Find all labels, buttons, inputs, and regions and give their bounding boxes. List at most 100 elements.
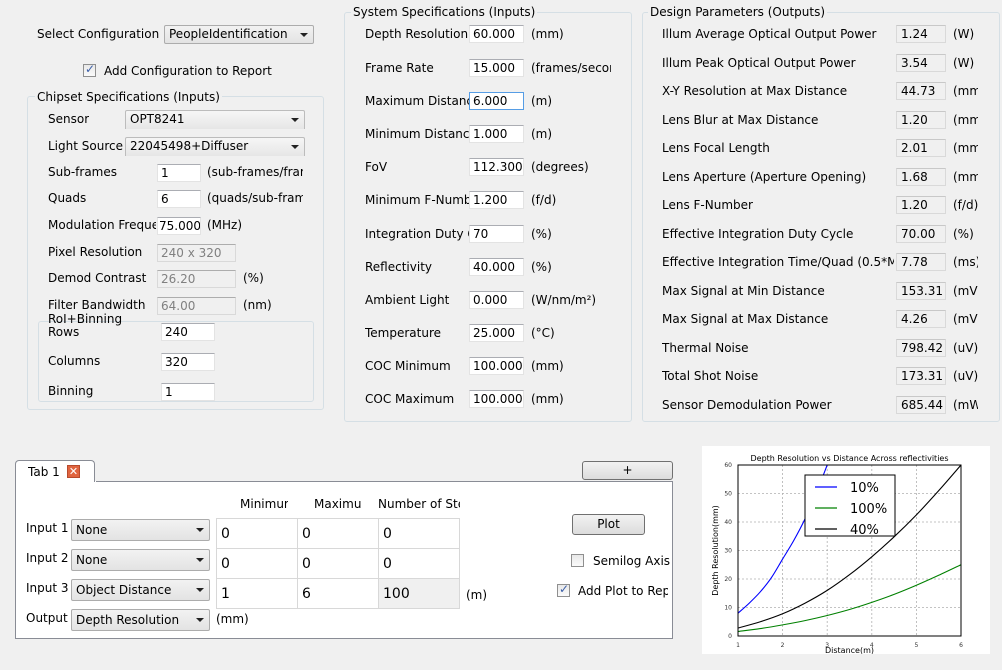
- y-tick-label: 60: [724, 462, 732, 469]
- depth-resolution-input[interactable]: 60.000: [469, 25, 524, 43]
- filter-bandwidth-label: Filter Bandwidth: [48, 298, 146, 312]
- frame-rate-unit: (frames/second): [531, 61, 611, 75]
- frame-rate-label: Frame Rate: [365, 61, 434, 75]
- quads-input[interactable]: 6: [157, 190, 201, 208]
- coc-maximum-input[interactable]: 100.000: [469, 390, 524, 408]
- input-3-dropdown[interactable]: Object Distance: [71, 579, 210, 601]
- input-1-value: None: [76, 523, 108, 537]
- coc-minimum-input[interactable]: 100.000: [469, 357, 524, 375]
- fov-input[interactable]: 112.300: [469, 158, 524, 176]
- input-1-minimum-cell[interactable]: 0: [216, 518, 298, 549]
- design-parameters-title: Design Parameters (Outputs): [648, 5, 828, 19]
- plot-button[interactable]: Plot: [572, 514, 645, 535]
- temperature-input[interactable]: 25.000: [469, 324, 524, 342]
- x-axis-label: Distance(m): [825, 646, 874, 654]
- sensor-dropdown[interactable]: OPT8241: [125, 110, 305, 129]
- temperature-unit: (°C): [531, 326, 555, 340]
- select-configuration-label: Select Configuration: [37, 27, 160, 41]
- add-tab-button[interactable]: +: [582, 461, 673, 480]
- semilog-axis-checkbox[interactable]: [571, 554, 584, 567]
- rows-label: Rows: [48, 325, 80, 339]
- minimum-f-number-input[interactable]: 1.200: [469, 191, 524, 209]
- system-specifications-title: System Specifications (Inputs): [351, 5, 538, 19]
- filter-bandwidth-field: 64.00: [157, 297, 236, 315]
- reflectivity-input[interactable]: 40.000: [469, 258, 524, 276]
- integration-duty-cycle-input[interactable]: 70: [469, 225, 524, 243]
- legend-label: 100%: [850, 502, 887, 517]
- close-tab-icon[interactable]: ✕: [67, 465, 80, 478]
- sub-frames-input[interactable]: 1: [157, 164, 201, 182]
- chipset-specifications-title: Chipset Specifications (Inputs): [35, 90, 222, 104]
- lens-blur-at-max-distance-unit: (mm): [953, 113, 978, 127]
- input-1-dropdown[interactable]: None: [71, 519, 210, 541]
- thermal-noise-value: 798.42: [896, 339, 946, 357]
- integration-duty-cycle-label: Integration Duty Cycle: [365, 227, 470, 241]
- lens-aperture-aperture-opening-label: Lens Aperture (Aperture Opening): [662, 170, 867, 184]
- rows-input[interactable]: 240: [161, 323, 215, 341]
- lens-f-number-unit: (f/d): [953, 198, 978, 212]
- max-signal-at-min-distance-label: Max Signal at Min Distance: [662, 284, 825, 298]
- light-source-dropdown[interactable]: 22045498+Diffuser: [125, 137, 305, 156]
- input-3-label: Input 3: [26, 581, 69, 595]
- maximum-distance-input[interactable]: 6.000: [469, 92, 524, 110]
- checkmark-icon: ✓: [559, 582, 570, 596]
- effective-integration-time-quad-0-5-min-unit: (ms): [953, 255, 978, 269]
- y-axis-label: Depth Resolution(mm): [711, 505, 720, 596]
- input-2-steps-cell[interactable]: 0: [378, 548, 460, 579]
- ambient-light-label: Ambient Light: [365, 293, 450, 307]
- sub-frames-label: Sub-frames: [48, 165, 118, 179]
- depth-resolution-label: Depth Resolution: [365, 27, 469, 41]
- output-dropdown[interactable]: Depth Resolution: [71, 609, 210, 631]
- modulation-frequency-label: Modulation Frequency: [48, 218, 156, 232]
- minimum-distance-unit: (m): [531, 127, 553, 141]
- design-parameters-group: [642, 12, 1000, 422]
- ambient-light-input[interactable]: 0.000: [469, 291, 524, 309]
- tab-1[interactable]: Tab 1 ✕: [15, 460, 95, 482]
- sensor-demodulation-power-value: 685.44: [896, 396, 946, 414]
- columns-input[interactable]: 320: [161, 353, 215, 371]
- x-y-resolution-at-max-distance-unit: (mm): [953, 84, 978, 98]
- binning-input[interactable]: 1: [161, 383, 215, 401]
- checkmark-icon: ✓: [85, 62, 96, 76]
- add-plot-to-report-label: Add Plot to Report: [578, 584, 668, 598]
- modulation-frequency-input[interactable]: 75.000: [157, 217, 201, 235]
- minimum-distance-input[interactable]: 1.000: [469, 125, 524, 143]
- effective-integration-time-quad-0-5-min-value: 7.78: [896, 253, 946, 271]
- chevron-down-icon: [291, 118, 299, 122]
- sensor-label: Sensor: [48, 112, 90, 126]
- pixel-resolution-field: 240 x 320: [157, 244, 236, 262]
- illum-average-optical-output-power-value: 1.24: [896, 25, 946, 43]
- demod-contrast-field: 26.20: [157, 270, 236, 288]
- configuration-dropdown[interactable]: PeopleIdentification: [164, 25, 314, 44]
- light-source-value: 22045498+Diffuser: [130, 139, 249, 153]
- frame-rate-input[interactable]: 15.000: [469, 59, 524, 77]
- input-3-maximum-cell[interactable]: 6: [297, 578, 379, 609]
- x-tick-label: 5: [914, 642, 918, 649]
- pixel-resolution-label: Pixel Resolution: [48, 245, 143, 259]
- input-2-minimum-cell[interactable]: 0: [216, 548, 298, 579]
- input-2-dropdown[interactable]: None: [71, 549, 210, 571]
- effective-integration-duty-cycle-unit: (%): [953, 227, 974, 241]
- input-1-maximum-cell[interactable]: 0: [297, 518, 379, 549]
- maximum-distance-label: Maximum Distance: [365, 94, 470, 108]
- quads-label: Quads: [48, 191, 87, 205]
- sensor-demodulation-power-unit: (mW): [953, 398, 978, 412]
- add-plot-to-report-checkbox[interactable]: ✓: [557, 582, 570, 597]
- y-tick-label: 20: [724, 576, 732, 583]
- thermal-noise-unit: (uV): [953, 341, 978, 355]
- x-tick-label: 6: [959, 642, 963, 649]
- coc-minimum-unit: (mm): [531, 359, 564, 373]
- effective-integration-duty-cycle-label: Effective Integration Duty Cycle: [662, 227, 854, 241]
- total-shot-noise-label: Total Shot Noise: [662, 369, 759, 383]
- chevron-down-icon: [196, 558, 204, 562]
- output-unit: (mm): [216, 612, 249, 626]
- input-3-steps-cell[interactable]: 100: [378, 578, 460, 609]
- total-shot-noise-value: 173.31: [896, 367, 946, 385]
- input-2-maximum-cell[interactable]: 0: [297, 548, 379, 579]
- coc-maximum-label: COC Maximum: [365, 392, 455, 406]
- max-signal-at-min-distance-value: 153.31: [896, 282, 946, 300]
- input-3-minimum-cell[interactable]: 1: [216, 578, 298, 609]
- input-1-steps-cell[interactable]: 0: [378, 518, 460, 549]
- add-configuration-checkbox[interactable]: ✓: [83, 62, 96, 77]
- lens-focal-length-unit: (mm): [953, 141, 978, 155]
